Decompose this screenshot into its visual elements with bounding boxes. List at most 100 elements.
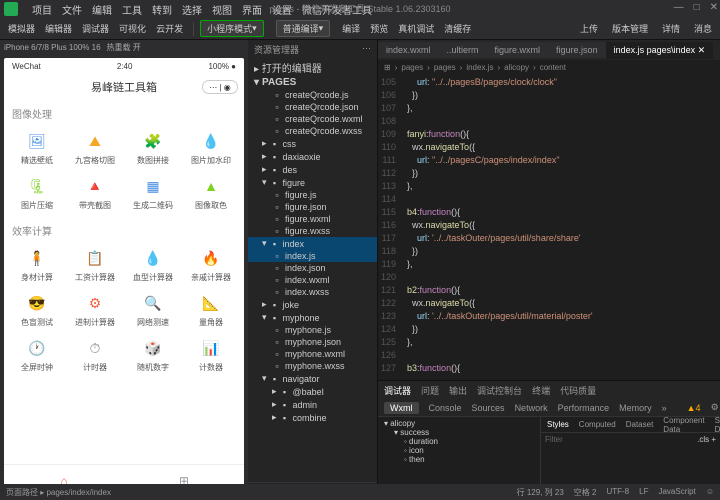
explorer-more-icon[interactable]: ⋯: [362, 43, 371, 56]
grid-item-全屏时钟[interactable]: 🕐全屏时钟: [8, 332, 66, 377]
tab-..ultierm[interactable]: ..ultierm: [439, 42, 487, 58]
tab-index.wxml[interactable]: index.wxml: [378, 42, 439, 58]
code-editor[interactable]: 105 url: "../../pagesB/pages/clock/clock…: [378, 74, 720, 380]
tb-详情[interactable]: 详情: [658, 20, 684, 37]
grid-item-图像取色[interactable]: ▲图像取色: [182, 170, 240, 215]
phone-simulator[interactable]: WeChat 2:40 100% ● 易峰链工具箱 ⋯ | ◉ 图像处理🖼精选壁…: [4, 58, 244, 496]
tree-myphone[interactable]: ▾ ▪myphone: [248, 311, 377, 324]
dt-tab-Network[interactable]: Network: [515, 403, 548, 413]
grid-item-身材计算[interactable]: 🧍身材计算: [8, 242, 66, 287]
tb-消息[interactable]: 消息: [690, 20, 716, 37]
tree-figure.wxss[interactable]: ▫figure.wxss: [248, 225, 377, 237]
dt-sub-Styles[interactable]: Styles: [547, 420, 569, 429]
project-root[interactable]: ▾ PAGES: [248, 76, 377, 89]
tb-版本管理[interactable]: 版本管理: [608, 20, 652, 37]
tree-createQrcode.json[interactable]: ▫createQrcode.json: [248, 101, 377, 113]
tree-index.js[interactable]: ▫index.js: [248, 250, 377, 262]
tree-index.json[interactable]: ▫index.json: [248, 262, 377, 274]
dt-sub-Scope Data[interactable]: Scope Data: [715, 416, 720, 434]
tree-index.wxss[interactable]: ▫index.wxss: [248, 286, 377, 298]
tree-css[interactable]: ▸ ▪css: [248, 137, 377, 150]
dt-sub-Dataset[interactable]: Dataset: [626, 420, 654, 429]
tb-清缓存[interactable]: 清缓存: [440, 20, 475, 37]
grid-item-计时器[interactable]: ⏱计时器: [66, 332, 124, 377]
status-空格 2[interactable]: 空格 2: [574, 487, 597, 498]
status-UTF-8[interactable]: UTF-8: [606, 487, 629, 498]
grid-item-计数器[interactable]: 📊计数器: [182, 332, 240, 377]
tree-daxiaoxie[interactable]: ▸ ▪daxiaoxie: [248, 150, 377, 163]
dt-tab-Performance[interactable]: Performance: [558, 403, 610, 413]
tb-可视化[interactable]: 可视化: [115, 20, 150, 37]
hotreload-toggle[interactable]: 热重载 开: [107, 42, 141, 53]
tree-navigator[interactable]: ▾ ▪navigator: [248, 372, 377, 385]
capsule-button[interactable]: ⋯ | ◉: [202, 80, 238, 94]
tree-myphone.wxml[interactable]: ▫myphone.wxml: [248, 348, 377, 360]
tree-index[interactable]: ▾ ▪index: [248, 237, 377, 250]
dt-tab-»[interactable]: »: [662, 403, 667, 413]
wxml-success[interactable]: ▾ success: [380, 428, 538, 437]
tb-编辑器[interactable]: 编辑器: [41, 20, 76, 37]
tree-myphone.json[interactable]: ▫myphone.json: [248, 336, 377, 348]
menu-工具[interactable]: 工具: [117, 6, 147, 17]
grid-item-网络测速[interactable]: 🔍网络测速: [124, 287, 182, 332]
page-path[interactable]: 页面路径 ▸ pages/index/index: [6, 487, 111, 498]
tab-figure.json[interactable]: figure.json: [548, 42, 606, 58]
tb-上传[interactable]: 上传: [576, 20, 602, 37]
grid-item-工资计算器[interactable]: 📋工资计算器: [66, 242, 124, 287]
tree-myphone.wxss[interactable]: ▫myphone.wxss: [248, 360, 377, 372]
tree-figure.wxml[interactable]: ▫figure.wxml: [248, 213, 377, 225]
tree-figure[interactable]: ▾ ▪figure: [248, 176, 377, 189]
grid-item-带壳截图[interactable]: 🔺带壳截图: [66, 170, 124, 215]
wxml-icon[interactable]: ◦ icon: [380, 446, 538, 455]
dt-top-输出[interactable]: 输出: [449, 384, 467, 397]
tree-index.wxml[interactable]: ▫index.wxml: [248, 274, 377, 286]
menu-转到[interactable]: 转到: [147, 6, 177, 17]
wxml-alicopy[interactable]: ▾ alicopy: [380, 419, 538, 428]
menu-界面[interactable]: 界面: [237, 6, 267, 17]
dt-tab-Memory[interactable]: Memory: [619, 403, 652, 413]
tree-createQrcode.js[interactable]: ▫createQrcode.js: [248, 89, 377, 101]
menu-编辑[interactable]: 编辑: [87, 6, 117, 17]
dt-top-调试控制台[interactable]: 调试控制台: [477, 384, 522, 397]
grid-item-随机数字[interactable]: 🎲随机数字: [124, 332, 182, 377]
dt-sub-Computed[interactable]: Computed: [579, 420, 616, 429]
status-JavaScript[interactable]: JavaScript: [658, 487, 695, 498]
tb-编译[interactable]: 编译: [338, 20, 364, 37]
tree-createQrcode.wxml[interactable]: ▫createQrcode.wxml: [248, 113, 377, 125]
status-☺[interactable]: ☺: [706, 487, 714, 498]
tb-真机调试[interactable]: 真机调试: [394, 20, 438, 37]
grid-item-生成二维码[interactable]: ▦生成二维码: [124, 170, 182, 215]
tree-joke[interactable]: ▸ ▪joke: [248, 298, 377, 311]
dt-top-代码质量[interactable]: 代码质量: [560, 384, 596, 397]
dt-sub-Component Data[interactable]: Component Data: [663, 416, 704, 434]
mode-dropdown[interactable]: 小程序模式 ▾: [200, 20, 264, 37]
grid-item-图片压缩[interactable]: 🗜图片压缩: [8, 170, 66, 215]
menu-视图[interactable]: 视图: [207, 6, 237, 17]
wxml-duration[interactable]: ◦ duration: [380, 437, 538, 446]
warning-badge[interactable]: ▲4: [687, 403, 701, 413]
tree-createQrcode.wxss[interactable]: ▫createQrcode.wxss: [248, 125, 377, 137]
grid-item-血型计算器[interactable]: 💧血型计算器: [124, 242, 182, 287]
filter-input[interactable]: Filter: [545, 435, 563, 444]
grid-item-亲戚计算器[interactable]: 🔥亲戚计算器: [182, 242, 240, 287]
grid-item-量角器[interactable]: 📐量角器: [182, 287, 240, 332]
dt-top-问题[interactable]: 问题: [421, 384, 439, 397]
grid-item-进制计算器[interactable]: ⚙进制计算器: [66, 287, 124, 332]
maximize-button[interactable]: □: [694, 2, 700, 13]
dt-top-调试器[interactable]: 调试器: [384, 384, 411, 397]
breadcrumb[interactable]: ⊞ › pages › pages › index.js › alicopy ›…: [378, 60, 720, 74]
grid-item-色盲测试[interactable]: 😎色盲测试: [8, 287, 66, 332]
wxml-then[interactable]: ◦ then: [380, 455, 538, 464]
grid-item-九宫格切图[interactable]: ⛰九宫格切图: [66, 125, 124, 170]
menu-选择[interactable]: 选择: [177, 6, 207, 17]
tb-调试器[interactable]: 调试器: [78, 20, 113, 37]
minimize-button[interactable]: —: [674, 2, 684, 13]
grid-item-图片加水印[interactable]: 💧图片加水印: [182, 125, 240, 170]
dt-top-终端[interactable]: 终端: [532, 384, 550, 397]
dt-tab-Wxml[interactable]: Wxml: [384, 402, 419, 414]
menu-项目[interactable]: 项目: [27, 6, 57, 17]
tree-figure.json[interactable]: ▫figure.json: [248, 201, 377, 213]
tree-admin[interactable]: ▸ ▪admin: [248, 398, 377, 411]
device-selector[interactable]: iPhone 6/7/8 Plus 100% 16: [4, 43, 101, 52]
close-button[interactable]: ✕: [710, 2, 718, 13]
